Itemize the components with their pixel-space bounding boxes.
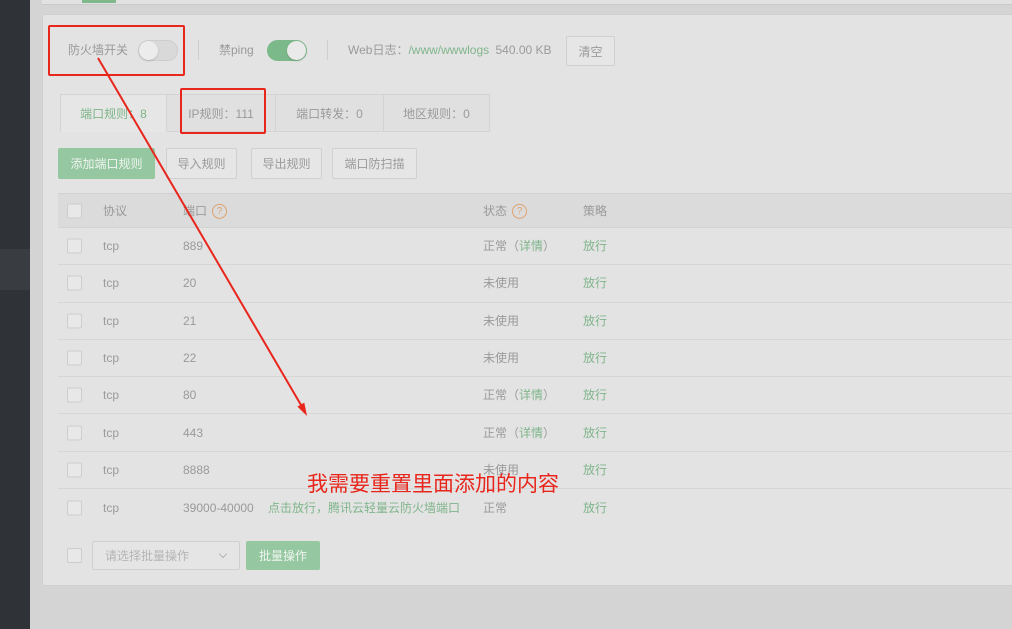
arrow-icon — [97, 57, 307, 416]
annotation-arrow-line — [97, 57, 302, 406]
annotation-arrow-head — [297, 402, 307, 416]
annotation-text: 我需要重置里面添加的内容 — [307, 473, 559, 496]
